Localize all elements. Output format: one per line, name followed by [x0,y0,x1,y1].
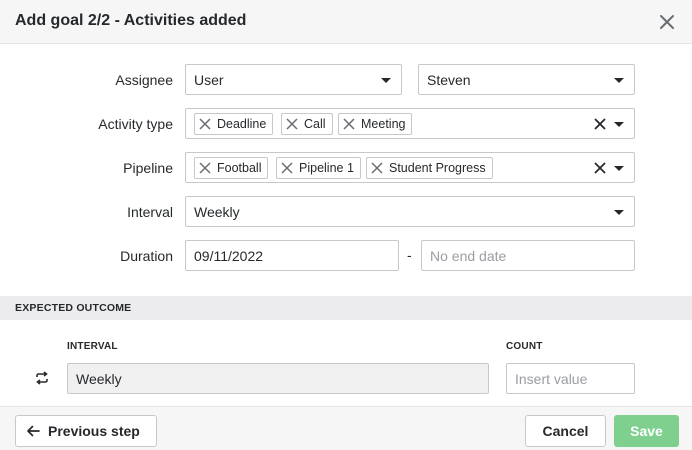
chip-meeting: Meeting [338,113,413,135]
remove-chip-icon[interactable] [371,162,383,174]
chip-label: Pipeline 1 [299,161,354,175]
repeat-icon [36,371,48,385]
remove-chip-icon[interactable] [343,118,355,130]
remove-chip-icon[interactable] [199,162,211,174]
cancel-button[interactable]: Cancel [525,415,606,447]
remove-chip-icon[interactable] [199,118,211,130]
chip-label: Football [217,161,262,175]
duration-label: Duration [120,248,173,264]
interval-label: Interval [127,204,173,220]
save-button[interactable]: Save [614,415,679,447]
outcome-count-label: COUNT [506,341,543,352]
interval-select[interactable]: Weekly [185,196,635,227]
chevron-down-icon [614,78,624,83]
modal-header: Add goal 2/2 - Activities added [0,0,692,44]
chip-label: Meeting [361,117,406,131]
pipeline-label: Pipeline [123,160,173,176]
assignee-type-value: User [194,72,224,88]
interval-value: Weekly [194,204,240,220]
arrow-left-icon [27,425,40,437]
chip-label: Call [304,117,326,131]
clear-all-icon[interactable] [593,161,607,175]
section-title: EXPECTED OUTCOME [15,302,132,314]
clear-all-icon[interactable] [593,117,607,131]
activity-type-label: Activity type [98,116,173,132]
outcome-interval-label: INTERVAL [67,341,118,352]
chip-pipeline-1: Pipeline 1 [276,157,361,179]
chip-label: Student Progress [389,161,486,175]
chip-football: Football [194,157,269,179]
assignee-user-select[interactable]: Steven [418,64,635,95]
remove-chip-icon[interactable] [286,118,298,130]
previous-step-button[interactable]: Previous step [15,415,157,447]
assignee-type-select[interactable]: User [185,64,402,95]
assignee-user-value: Steven [427,72,471,88]
modal-title: Add goal 2/2 - Activities added [15,12,247,29]
chevron-down-icon [614,122,624,127]
pipeline-select[interactable]: Football Pipeline 1 Student Progress [185,152,635,183]
assignee-label: Assignee [115,72,173,88]
chevron-down-icon [614,166,624,171]
chip-label: Deadline [217,117,267,131]
chip-student-progress: Student Progress [366,157,493,179]
chevron-down-icon [614,210,624,215]
outcome-interval-input [67,363,489,394]
outcome-count-input[interactable] [506,363,635,394]
activity-type-select[interactable]: Deadline Call Meeting [185,108,635,139]
duration-start-input[interactable] [185,240,399,271]
close-icon[interactable] [655,10,679,34]
chevron-down-icon [381,78,391,83]
modal-footer: Previous step Cancel Save [0,406,692,450]
previous-step-label: Previous step [48,423,140,439]
duration-separator: - [407,247,412,263]
chip-call: Call [281,113,333,135]
expected-outcome-header: EXPECTED OUTCOME [0,296,692,320]
remove-chip-icon[interactable] [281,162,293,174]
duration-end-input[interactable] [421,240,635,271]
chip-deadline: Deadline [194,113,274,135]
